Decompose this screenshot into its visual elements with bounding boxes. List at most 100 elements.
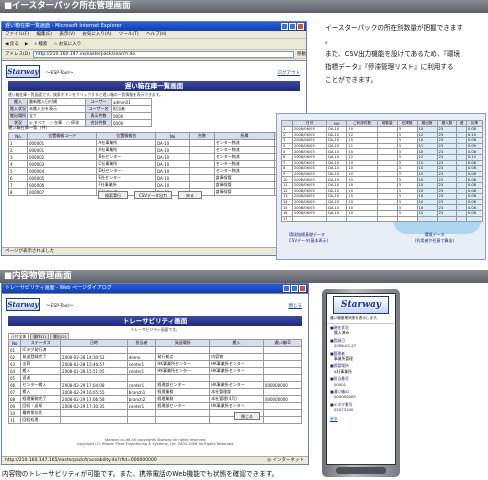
col-header: No [8,132,28,140]
desc-line: 。 [325,37,332,45]
table-cell: HK事業所センター [155,360,211,368]
form-select[interactable]: 最新搬入日付順 [27,98,86,106]
form-select[interactable]: 全て [27,112,86,120]
sheet-cell[interactable] [376,215,398,223]
table-cell: DA-10 [155,174,191,182]
menu-view[interactable]: 表示(V) [59,32,75,37]
table-row[interactable]: 3000002B社センターDA-10センター物流12 [8,153,300,161]
table-cell: 返送 [20,374,62,382]
window-title: 遅い箱在庫一覧画面 - Microsoft Internet Explorer [5,23,122,29]
menu-tools[interactable]: ツール(T) [119,32,139,37]
address-input[interactable]: http://210.160.147.xx/easterpack/search.… [32,51,294,58]
sheet-label-left: 環境指標基礎データ CSVデータ(基本表示) [289,232,328,244]
table-cell: 10 [7,409,22,417]
search-button[interactable]: ⌕ 検索 [34,39,47,50]
table-cell: HK事業所センター [209,360,264,368]
close-link[interactable]: 閉じる [289,303,303,309]
phone-item: ■登録日 2008-02-27 [330,338,392,349]
back-button[interactable]: ◀ 戻る [5,39,19,50]
close-icon[interactable] [299,285,306,292]
table-row[interactable]: 1000001A社事業所DA-10センター物流12 [8,139,300,147]
sheet-cell[interactable] [465,215,484,223]
table-row[interactable]: 03 出荷 2008-02-28 15:46:57 center1 HK事業所センター H… [7,360,303,368]
sheet-cell[interactable] [326,215,348,223]
close-button[interactable]: 閉じる [234,412,260,420]
table-row[interactable]: 06 センター搬入 2008-02-29 17:04:08 center1 経理部センタ… [7,381,303,389]
table-cell [60,416,128,424]
table-cell: branch1 [126,388,157,396]
sheet-cell[interactable] [456,215,467,223]
table-cell [189,167,215,175]
phone-item: ■担当番号 00001 [330,376,392,387]
table-cell: 最終保存先 [20,409,62,417]
table-row[interactable]: 2000001A社事業所DA-10センター物流11 [8,146,300,154]
table-row[interactable]: 7000006F社事業所DA-10倉庫保管1 [8,181,300,189]
menu-favorites[interactable]: お気に入り(A) [82,32,111,37]
sheet-cell[interactable] [436,215,458,223]
maximize-icon[interactable] [291,285,298,292]
phone-intro: 通い箱管理状態を表示します。 [327,314,395,324]
menu-help[interactable]: ヘルプ(H) [146,32,166,37]
favorites-button[interactable]: ☆ お気に入り [53,39,81,50]
table-row[interactable]: 04 搬入 2008-02-28 15:51:05 center1 HK事業所センター H… [7,367,303,375]
close-icon[interactable] [297,23,304,30]
table-cell [209,374,264,382]
maximize-icon[interactable] [289,23,296,30]
phone-item: ■通い箱ID 000000005 [330,389,392,400]
table-row[interactable]: 6000005E社センターDA-10倉庫保管1 [8,174,300,182]
spreadsheet-window: 日付 NO ご利用件数 総数量 在庫数 搬出数 搬入数差比率 1 2008/06/03 DA-10… [276,113,486,260]
table-row[interactable]: 01 ICタグ発行済 [7,346,303,354]
sheet-cell[interactable] [346,215,378,223]
desc-line: ことができます。 [325,76,378,84]
go-button[interactable]: 移動 [297,50,306,58]
form-label: 搬出場所 [8,112,28,120]
table-cell: 出荷 [20,360,62,368]
table-row[interactable]: 05 返送 [7,374,303,382]
form-select[interactable]: 未搬入分を表示 [27,105,86,113]
search-execute-button[interactable]: 検索実行 [98,191,128,199]
table-cell [126,409,157,417]
menu-file[interactable]: ファイル(F) [5,32,29,37]
logout-link[interactable]: ログアウト [278,70,301,76]
table-cell [262,367,303,375]
table-row[interactable]: 07 搬入 2008-02-29 16:05:55 branch1 経理業務 本社管理部 [7,388,303,396]
table-row[interactable]: 02 発送登録完了 2008-02-28 14:30:52 demo 発行拠点 内容物 [7,353,303,361]
table-cell: 06 [7,381,22,389]
table-cell: センター物流 [213,146,276,154]
table-cell: HK事業所センター [209,402,264,410]
phone-back-link[interactable]: 戻る [327,416,395,422]
phone-logo: Starway [333,296,389,314]
table-row[interactable]: 08 経理業務完了 2008-02-29 17:06:58 branch2 経理業務 本社… [7,395,303,403]
list-caption: 遅い箱在庫一覧（件） [8,125,50,130]
phone-item-value: 000000005 [334,394,356,400]
table-cell: 本社管理部 [209,388,264,396]
table-cell: センター物流 [213,139,276,147]
table-row[interactable]: 09 回収・返却 2008-02-29 17:30:35 center1 経理部センター… [7,402,303,410]
sheet-cell[interactable]: 17 [281,215,293,223]
forward-icon[interactable]: ▶ [25,39,28,50]
table-cell: センター物流 [213,160,276,168]
table-cell: 000000000 [262,381,303,389]
minimize-icon[interactable] [283,285,290,292]
table-cell: 03 [7,360,22,368]
table-cell [262,346,303,354]
table-cell [262,402,303,410]
menu-edit[interactable]: 編集(E) [37,32,52,37]
table-cell: ICタグ発行済 [20,346,62,354]
back-page-button[interactable]: 戻る [178,191,202,199]
sheet-cell[interactable] [416,215,438,223]
col-header: 通い箱ID [262,339,303,347]
minimize-icon[interactable] [281,23,288,30]
label-text: (利用者が任意で算出) [415,238,455,243]
sheet-cell[interactable] [396,215,418,223]
table-row[interactable]: 5000004D社センターDA-10センター物流12 [8,167,300,175]
col-header: 台数 [189,132,215,140]
sheet-cell[interactable] [291,215,328,223]
table-row[interactable]: 4000003C社事業所DA-10センター物流12 [8,160,300,168]
table-cell: 8 [8,188,28,196]
browser-window-1: 遅い箱在庫一覧画面 - Microsoft Internet Explorer … [1,21,307,256]
table-cell: C社事業所 [96,160,157,168]
table-cell: 倉庫保管 [213,188,276,196]
search-label: 検索 [38,41,48,47]
csv-export-button[interactable]: CSVデータ出力 [134,191,172,199]
